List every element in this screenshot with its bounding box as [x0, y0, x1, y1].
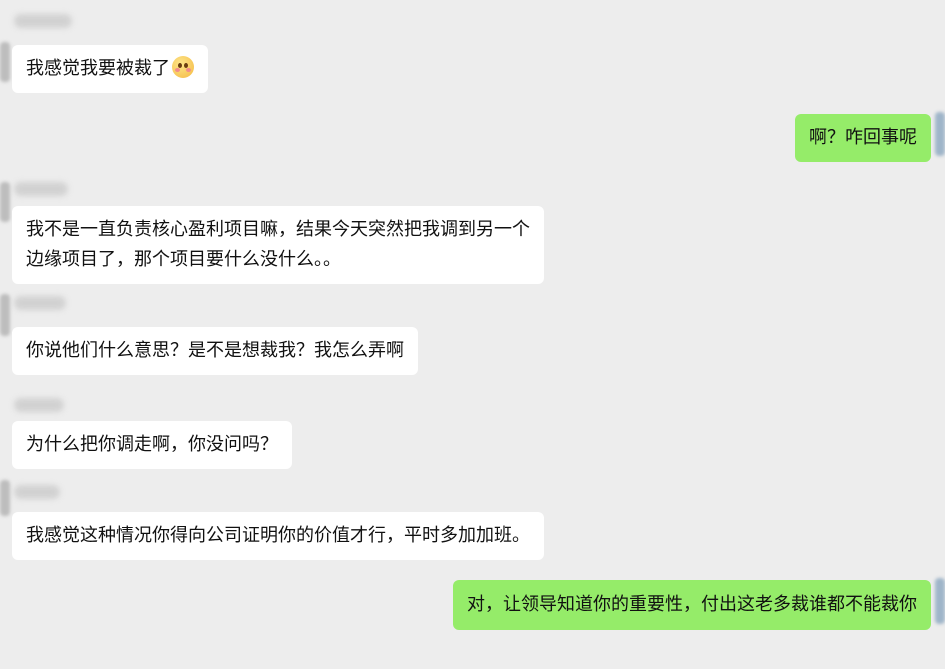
message-text: 啊？咋回事呢: [809, 127, 917, 148]
message-text-line: 我不是一直负责核心盈利项目嘛，结果今天突然把我调到另一个: [26, 219, 530, 240]
avatar[interactable]: [935, 578, 945, 624]
message-text: 你说他们什么意思？是不是想裁我？我怎么弄啊: [26, 340, 404, 361]
message-text: 我感觉这种情况你得向公司证明你的价值才行，平时多加加班。: [26, 525, 530, 546]
message-text: 我感觉我要被裁了: [26, 54, 194, 84]
message-bubble-incoming[interactable]: 为什么把你调走啊，你没问吗？: [12, 421, 292, 469]
avatar[interactable]: [935, 112, 945, 156]
message-bubble-outgoing[interactable]: 对，让领导知道你的重要性，付出这老多裁谁都不能裁你: [453, 580, 931, 630]
sender-name-blurred: [14, 485, 60, 499]
flushed-face-icon: [172, 56, 194, 78]
message-bubble-outgoing[interactable]: 啊？咋回事呢: [795, 114, 931, 162]
message-text: 为什么把你调走啊，你没问吗？: [26, 434, 278, 455]
sender-name-blurred: [14, 296, 66, 310]
message-bubble-incoming[interactable]: 我不是一直负责核心盈利项目嘛，结果今天突然把我调到另一个 边缘项目了，那个项目要…: [12, 206, 544, 284]
message-bubble-incoming[interactable]: 我感觉我要被裁了: [12, 45, 208, 93]
sender-name-blurred: [14, 398, 64, 412]
message-bubble-incoming[interactable]: 你说他们什么意思？是不是想裁我？我怎么弄啊: [12, 327, 418, 375]
avatar[interactable]: [0, 480, 10, 516]
message-bubble-incoming[interactable]: 我感觉这种情况你得向公司证明你的价值才行，平时多加加班。: [12, 512, 544, 560]
chat-area: 我感觉我要被裁了 啊？咋回事呢 我不是一直负责核心盈利项目嘛，结果今天突然把我调…: [0, 0, 945, 669]
message-text: 对，让领导知道你的重要性，付出这老多裁谁都不能裁你: [467, 594, 917, 615]
avatar[interactable]: [0, 182, 10, 222]
sender-name-blurred: [14, 182, 68, 196]
sender-name-blurred: [14, 14, 72, 28]
avatar[interactable]: [0, 42, 10, 82]
avatar[interactable]: [0, 294, 10, 336]
message-text-line: 边缘项目了，那个项目要什么没什么。。: [26, 249, 341, 270]
